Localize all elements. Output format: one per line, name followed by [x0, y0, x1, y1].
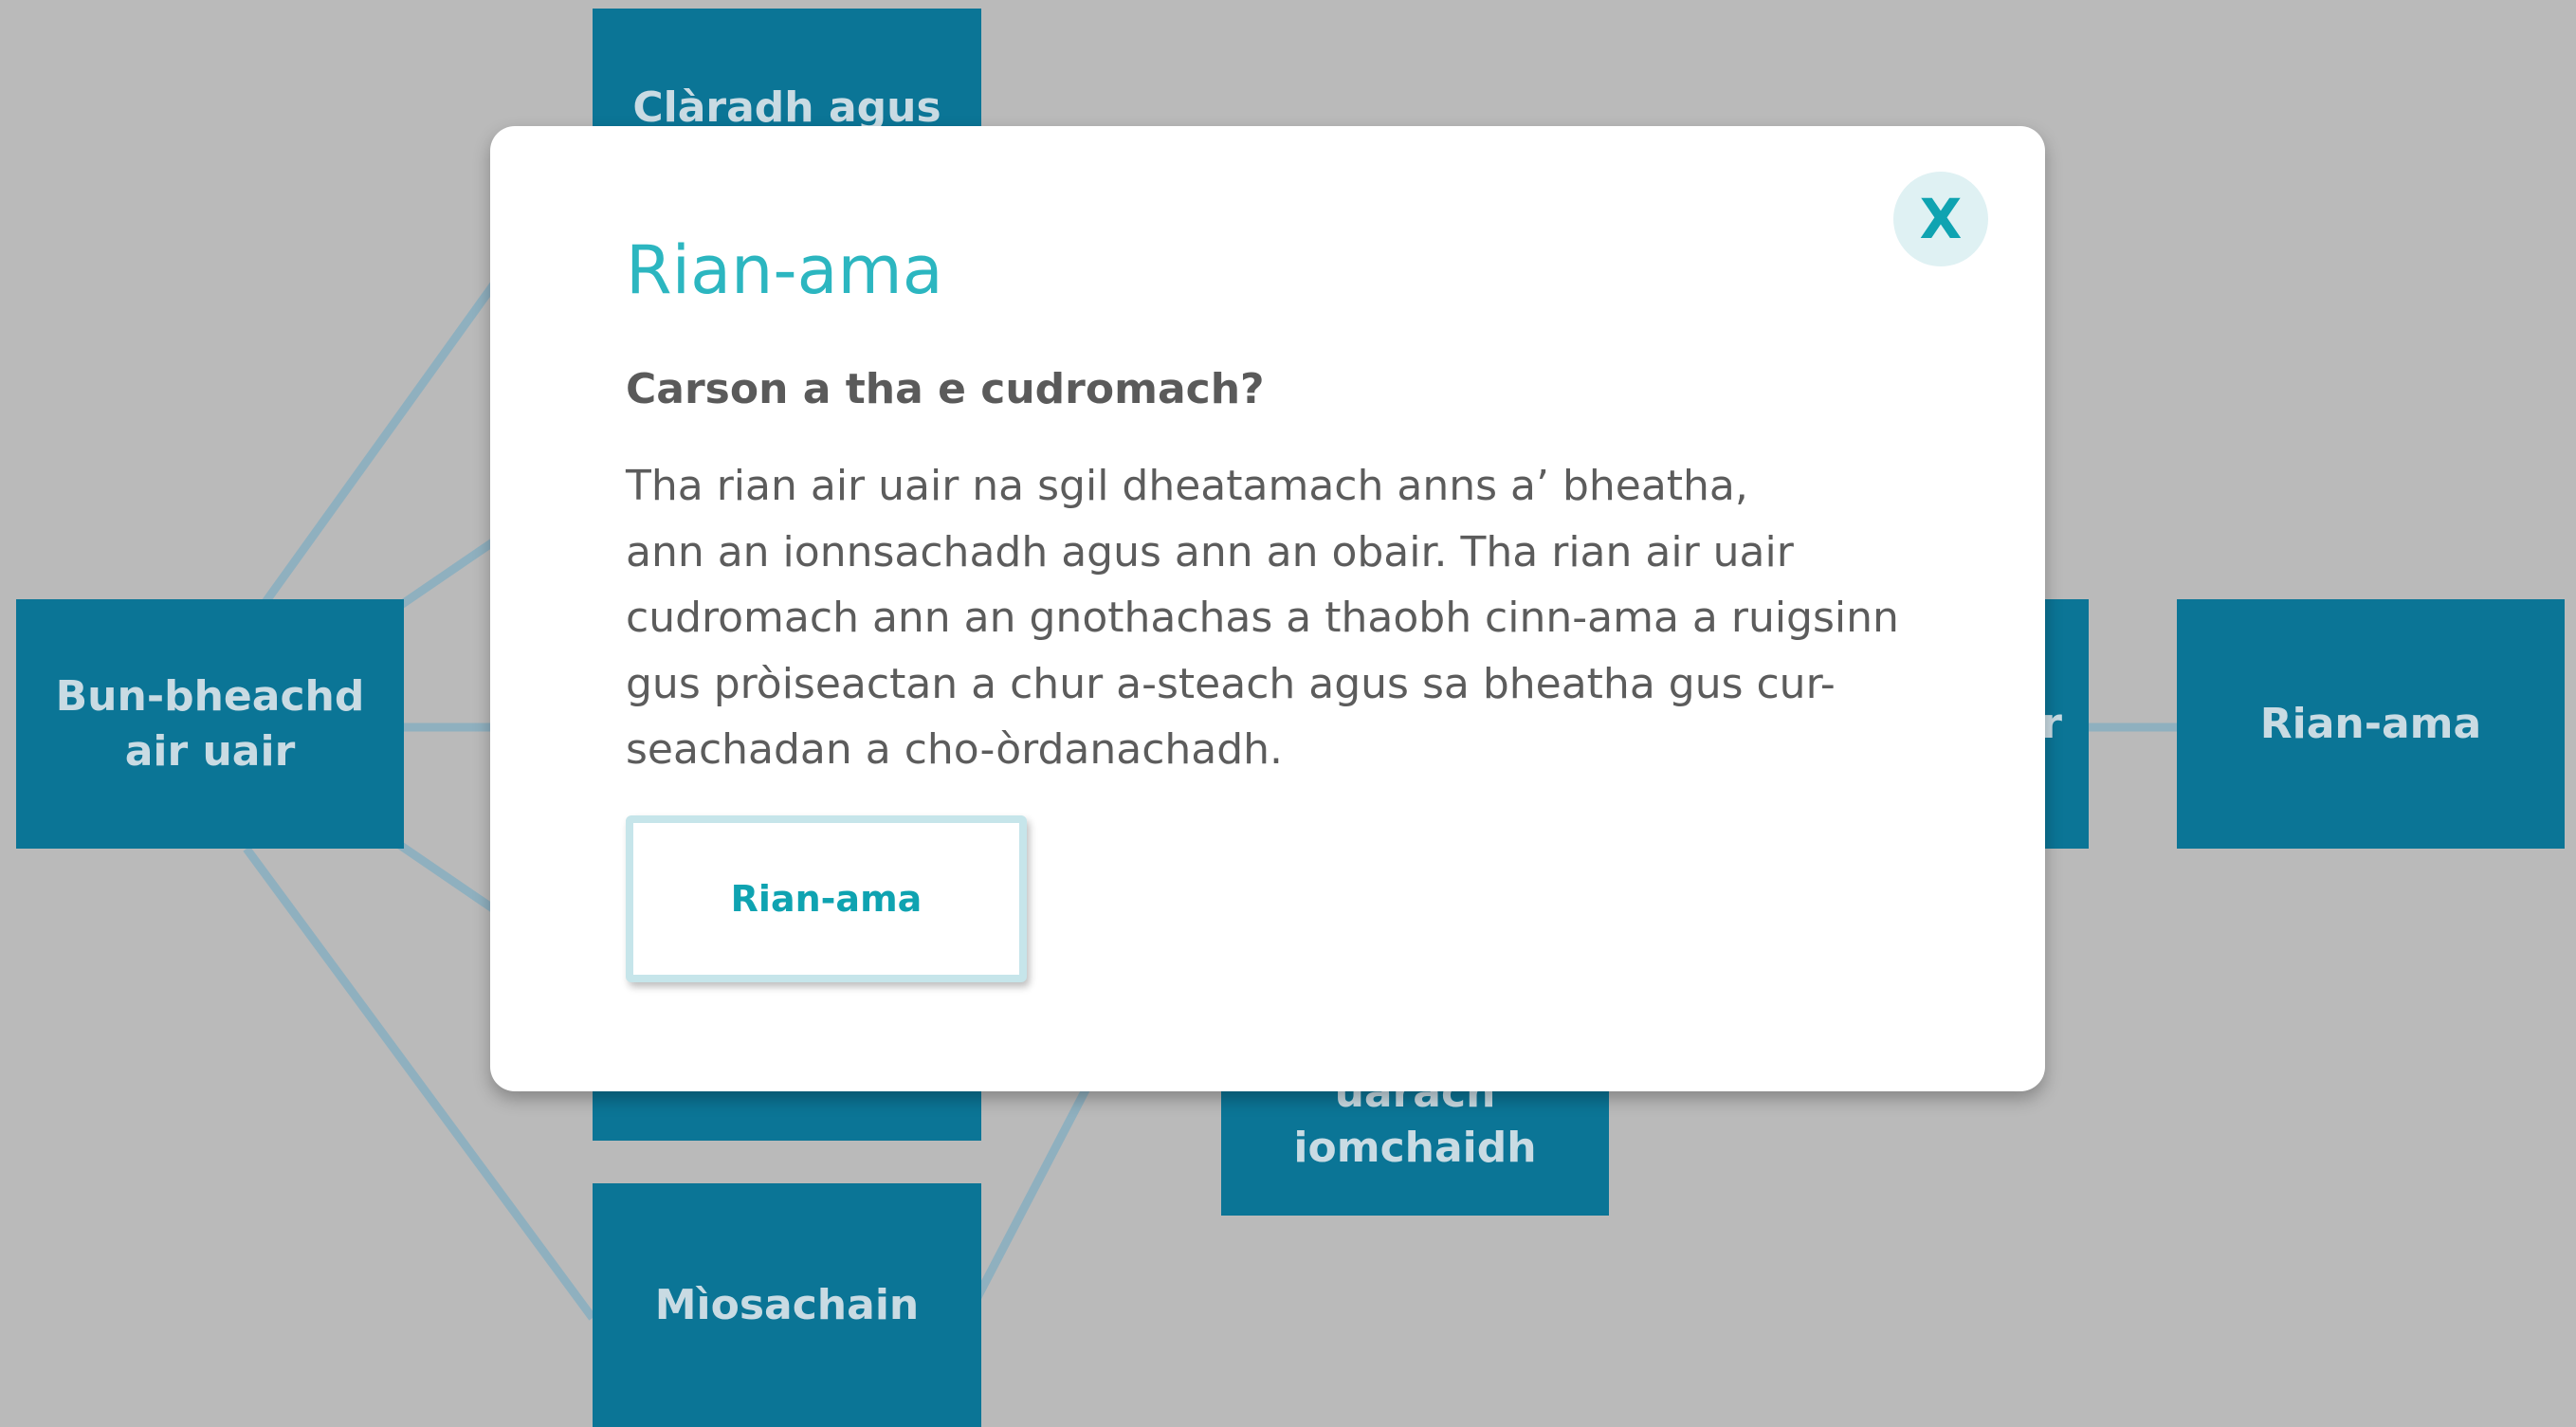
body-line: seachadan a cho-òrdanachadh.: [626, 725, 1284, 774]
modal-body-text: Tha rian air uair na sgil dheatamach ann…: [626, 453, 1953, 783]
rian-ama-button[interactable]: Rian-ama: [626, 815, 1027, 982]
body-line: ann an ionnsachadh agus ann an obair. Th…: [626, 527, 1794, 576]
body-line: cudromach ann an gnothachas a thaobh cin…: [626, 594, 1899, 642]
close-button[interactable]: X: [1893, 172, 1988, 266]
modal-title: Rian-ama: [626, 231, 943, 309]
body-line: Tha rian air uair na sgil dheatamach ann…: [626, 462, 1748, 510]
modal-subtitle: Carson a tha e cudromach?: [626, 365, 1265, 413]
rian-ama-button-label: Rian-ama: [730, 878, 923, 920]
body-line: gus pròiseactan a chur a-steach agus sa …: [626, 659, 1836, 708]
info-modal: X Rian-ama Carson a tha e cudromach? Tha…: [490, 126, 2045, 1091]
close-icon: X: [1919, 187, 1963, 251]
